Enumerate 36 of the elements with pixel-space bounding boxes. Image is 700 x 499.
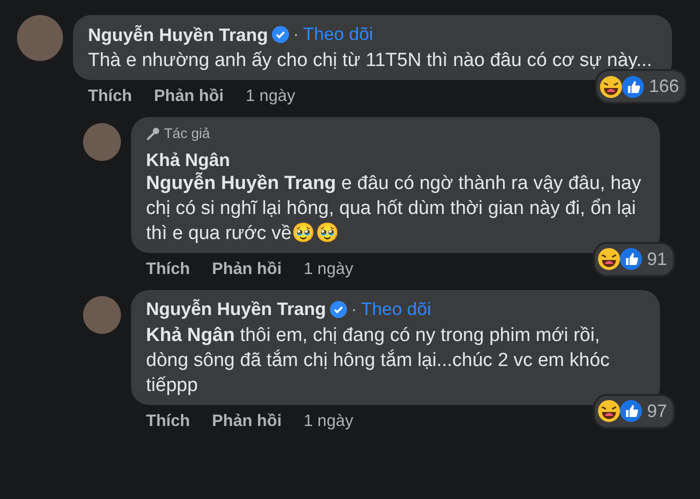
comment-time[interactable]: 1 ngày (246, 86, 296, 106)
laughing-emoji-icon (598, 74, 623, 98)
reply-link[interactable]: Phản hồi (154, 86, 224, 106)
avatar[interactable] (83, 123, 121, 161)
comment-time[interactable]: 1 ngày (304, 410, 354, 430)
reaction-summary[interactable]: 97 (594, 396, 673, 426)
author-name[interactable]: Nguyễn Huyền Trang (146, 298, 326, 320)
reply-link[interactable]: Phản hồi (212, 410, 282, 430)
reaction-count: 91 (646, 248, 667, 270)
reaction-summary[interactable]: 166 (596, 71, 685, 102)
avatar[interactable] (83, 296, 121, 334)
like-link[interactable]: Thích (146, 410, 190, 430)
like-link[interactable]: Thích (146, 258, 190, 278)
reaction-count: 97 (646, 400, 667, 422)
author-label: Tác giả (164, 124, 210, 143)
verified-icon (330, 300, 348, 318)
reply-link[interactable]: Phản hồi (212, 258, 282, 278)
like-icon (620, 74, 645, 98)
reaction-count: 166 (648, 75, 679, 98)
comment-time[interactable]: 1 ngày (304, 258, 354, 278)
laughing-emoji-icon (596, 399, 621, 423)
like-link[interactable]: Thích (88, 86, 132, 106)
avatar[interactable] (17, 15, 63, 61)
microphone-icon (146, 126, 160, 140)
comment-text: Khả Ngân thôi em, chị đang có ny trong phim mới rồi, dòng sông đã tắm chị hông tắm lại...chúc 2 vc em khóc tiếppp (146, 324, 611, 398)
like-icon (618, 399, 643, 423)
separator-dot: · (293, 23, 300, 46)
laughing-emoji-icon (596, 247, 621, 271)
reaction-summary[interactable]: 91 (594, 244, 673, 274)
separator-dot: · (351, 298, 358, 320)
comment-text: Nguyễn Huyền Trang e đâu có ngờ thành ra vậy đâu, hay chị có si nghĩ lại hông, qua hốt dùm thời gian này đi, ổn lại thì e qua rước về🥹🥹 (146, 171, 642, 246)
comment-text: Thà e nhường anh ấy cho chị từ 11T5N thì nào đâu có cơ sự này... (88, 49, 654, 73)
author-name[interactable]: Khả Ngân (146, 148, 230, 170)
author-name[interactable]: Nguyễn Huyền Trang (88, 24, 268, 46)
verified-icon (272, 26, 290, 43)
like-icon (618, 247, 643, 271)
